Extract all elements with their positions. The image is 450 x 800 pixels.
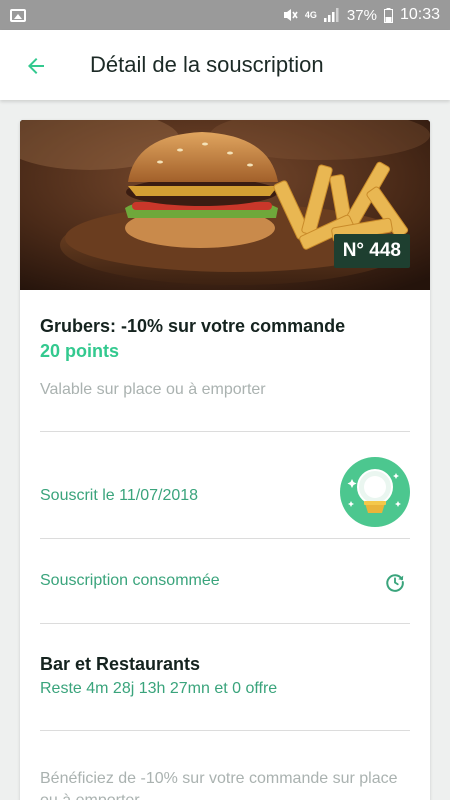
time-remaining: Reste 4m 28j 13h 27mn et 0 offre [40, 680, 278, 697]
subscription-status: Souscription consommée [40, 572, 220, 589]
status-bar: 4G 37% 10:33 [0, 0, 450, 30]
battery-percent: 37% [346, 6, 377, 24]
arrow-left-icon [28, 58, 44, 74]
history-icon [386, 574, 404, 592]
history-button[interactable] [384, 571, 406, 593]
offer-description: Bénéficiez de -10% sur votre commande su… [40, 770, 398, 800]
page-title: Détail de la souscription [90, 52, 324, 77]
divider [40, 623, 410, 624]
network-type: 4G [304, 9, 317, 20]
subscription-card: N° 448 Grubers: -10% sur votre commande … [20, 120, 430, 800]
offer-image: N° 448 [20, 120, 430, 290]
image-notification-icon [10, 8, 26, 22]
app-bar: Détail de la souscription [0, 30, 450, 100]
category-name: Bar et Restaurants [40, 654, 201, 674]
offer-points: 20 points [40, 341, 120, 361]
crystal-ball-medal-icon [340, 457, 410, 527]
subscription-number-badge: N° 448 [333, 234, 410, 268]
signal-icon [323, 8, 339, 22]
mute-icon [283, 9, 298, 21]
divider [40, 730, 410, 731]
divider [40, 431, 410, 432]
divider [40, 538, 410, 539]
clock: 10:33 [399, 6, 440, 23]
battery-icon [383, 7, 393, 23]
offer-validity: Valable sur place ou à emporter [40, 381, 266, 398]
back-button[interactable] [22, 52, 50, 80]
offer-title: Grubers: -10% sur votre commande [40, 316, 346, 336]
